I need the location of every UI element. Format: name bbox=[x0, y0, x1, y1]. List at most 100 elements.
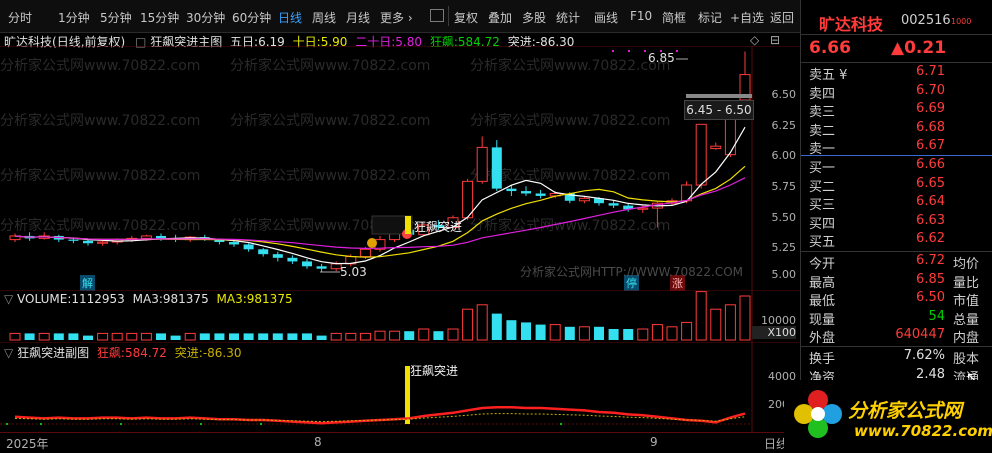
volume-bar bbox=[681, 321, 693, 341]
volume-bar bbox=[302, 333, 312, 340]
tab-daily[interactable]: 日线 bbox=[278, 9, 302, 26]
stat-tail: 内盘 bbox=[953, 331, 980, 346]
tag-jie[interactable]: 解 bbox=[80, 275, 95, 291]
candle[interactable] bbox=[359, 248, 371, 258]
bid-label: 买二 bbox=[809, 179, 836, 195]
tab-weekly[interactable]: 周线 bbox=[312, 9, 336, 26]
stat-value: 6.72 bbox=[916, 253, 945, 268]
volume-bar bbox=[374, 330, 386, 341]
overlay-button[interactable]: 叠加 bbox=[488, 9, 512, 26]
extra-row: 换手 7.62% 股本 bbox=[805, 348, 991, 367]
volume-bar bbox=[229, 333, 239, 340]
ask-row: 卖二 6.68 bbox=[805, 120, 991, 139]
ask-row: 卖四 6.70 bbox=[805, 83, 991, 102]
f10-button[interactable]: F10 bbox=[630, 9, 652, 23]
price-change: ▲0.21 bbox=[891, 38, 947, 58]
signal-dot-icon bbox=[367, 238, 377, 248]
candle[interactable] bbox=[506, 188, 517, 192]
ask-label: 卖二 bbox=[809, 123, 836, 139]
candle[interactable] bbox=[491, 147, 502, 189]
stat-tail: 均价 bbox=[953, 257, 980, 272]
volume-bar bbox=[651, 324, 663, 341]
tab-30min[interactable]: 30分钟 bbox=[186, 9, 225, 26]
candle[interactable] bbox=[83, 240, 93, 244]
stat-label: 今开 bbox=[809, 257, 836, 272]
stat-label: 最高 bbox=[809, 275, 836, 291]
fuquan-button[interactable]: 复权 bbox=[454, 9, 478, 26]
sub-indicator-chart[interactable] bbox=[0, 342, 800, 432]
candle[interactable] bbox=[535, 193, 546, 196]
tab-fenshi[interactable]: 分时 bbox=[8, 9, 32, 26]
y-tick-unit: X100 bbox=[752, 326, 796, 339]
candle[interactable] bbox=[710, 145, 722, 150]
tab-15min[interactable]: 15分钟 bbox=[140, 9, 179, 26]
volume-bar bbox=[214, 333, 225, 340]
candle[interactable] bbox=[681, 184, 693, 202]
back-button[interactable]: 返回 bbox=[770, 9, 794, 26]
candle[interactable] bbox=[140, 235, 152, 239]
candle[interactable] bbox=[68, 239, 79, 241]
candle[interactable] bbox=[521, 191, 531, 194]
candle[interactable] bbox=[695, 123, 707, 186]
tab-5min[interactable]: 5分钟 bbox=[100, 9, 132, 26]
candle[interactable] bbox=[302, 261, 312, 267]
volume-bar bbox=[156, 333, 166, 340]
tab-60min[interactable]: 60分钟 bbox=[232, 9, 271, 26]
candle[interactable] bbox=[243, 244, 254, 250]
candle[interactable] bbox=[272, 254, 283, 258]
ask-label: 卖三 bbox=[809, 105, 836, 120]
tab-monthly[interactable]: 月线 bbox=[346, 9, 370, 26]
ask-value: 6.69 bbox=[916, 101, 945, 116]
bid-row: 买三 6.64 bbox=[805, 194, 991, 213]
stat-label: 最低 bbox=[809, 294, 836, 309]
candle[interactable] bbox=[287, 257, 298, 262]
y-tick: 5.00 bbox=[771, 268, 797, 281]
tab-more[interactable]: 更多 › bbox=[380, 9, 413, 26]
collapse-icon[interactable]: ⊟ bbox=[770, 33, 780, 47]
sub-signal-text: 狂飙突进 bbox=[410, 364, 459, 378]
ask-label: 卖五 ¥ bbox=[809, 68, 848, 83]
volume-chart[interactable] bbox=[0, 290, 800, 342]
candle[interactable] bbox=[578, 197, 590, 202]
volume-bar bbox=[287, 333, 298, 340]
stat-tail: 总量 bbox=[953, 312, 980, 328]
volume-bar bbox=[184, 332, 196, 341]
bid-label: 买三 bbox=[809, 198, 836, 213]
candle[interactable] bbox=[258, 249, 269, 255]
candle[interactable] bbox=[608, 203, 619, 206]
bid-row: 买二 6.65 bbox=[805, 176, 991, 195]
draw-line-button[interactable]: 画线 bbox=[594, 9, 618, 26]
bid-row: 买四 6.63 bbox=[805, 213, 991, 232]
stock-name: 旷达科技 bbox=[819, 15, 884, 34]
stats-button[interactable]: 统计 bbox=[556, 9, 580, 26]
volume-bar bbox=[170, 335, 181, 340]
settings-icon[interactable] bbox=[430, 9, 444, 22]
volume-bar bbox=[111, 332, 123, 341]
candle[interactable] bbox=[229, 242, 239, 245]
volume-bar bbox=[447, 328, 459, 341]
bid-row: 买五 6.62 bbox=[805, 231, 991, 250]
volume-bar bbox=[462, 308, 474, 341]
bid-row: 买一 6.66 bbox=[805, 157, 991, 176]
volume-bar bbox=[389, 330, 401, 341]
last-price: 6.66 bbox=[809, 38, 851, 58]
candle[interactable] bbox=[476, 146, 488, 182]
candle[interactable] bbox=[637, 207, 649, 210]
tab-1min[interactable]: 1分钟 bbox=[58, 9, 90, 26]
multi-stock-button[interactable]: 多股 bbox=[522, 9, 546, 26]
book-divider bbox=[801, 155, 992, 156]
candle[interactable] bbox=[316, 266, 327, 269]
add-watchlist-button[interactable]: +自选 bbox=[730, 9, 764, 26]
candle[interactable] bbox=[97, 241, 109, 244]
mark-button[interactable]: 标记 bbox=[698, 9, 722, 26]
stock-code: 002516 bbox=[901, 13, 951, 28]
volume-bar bbox=[506, 320, 517, 340]
extra-label: 换手 bbox=[809, 352, 836, 367]
simple-frame-button[interactable]: 简框 bbox=[662, 9, 686, 26]
divider bbox=[801, 34, 992, 35]
y-tick: 6.00 bbox=[771, 149, 797, 162]
bid-value: 6.65 bbox=[916, 175, 945, 191]
candlestick-chart[interactable] bbox=[0, 46, 800, 290]
diamond-icon[interactable]: ◇ bbox=[750, 33, 759, 47]
candle[interactable] bbox=[156, 235, 166, 239]
